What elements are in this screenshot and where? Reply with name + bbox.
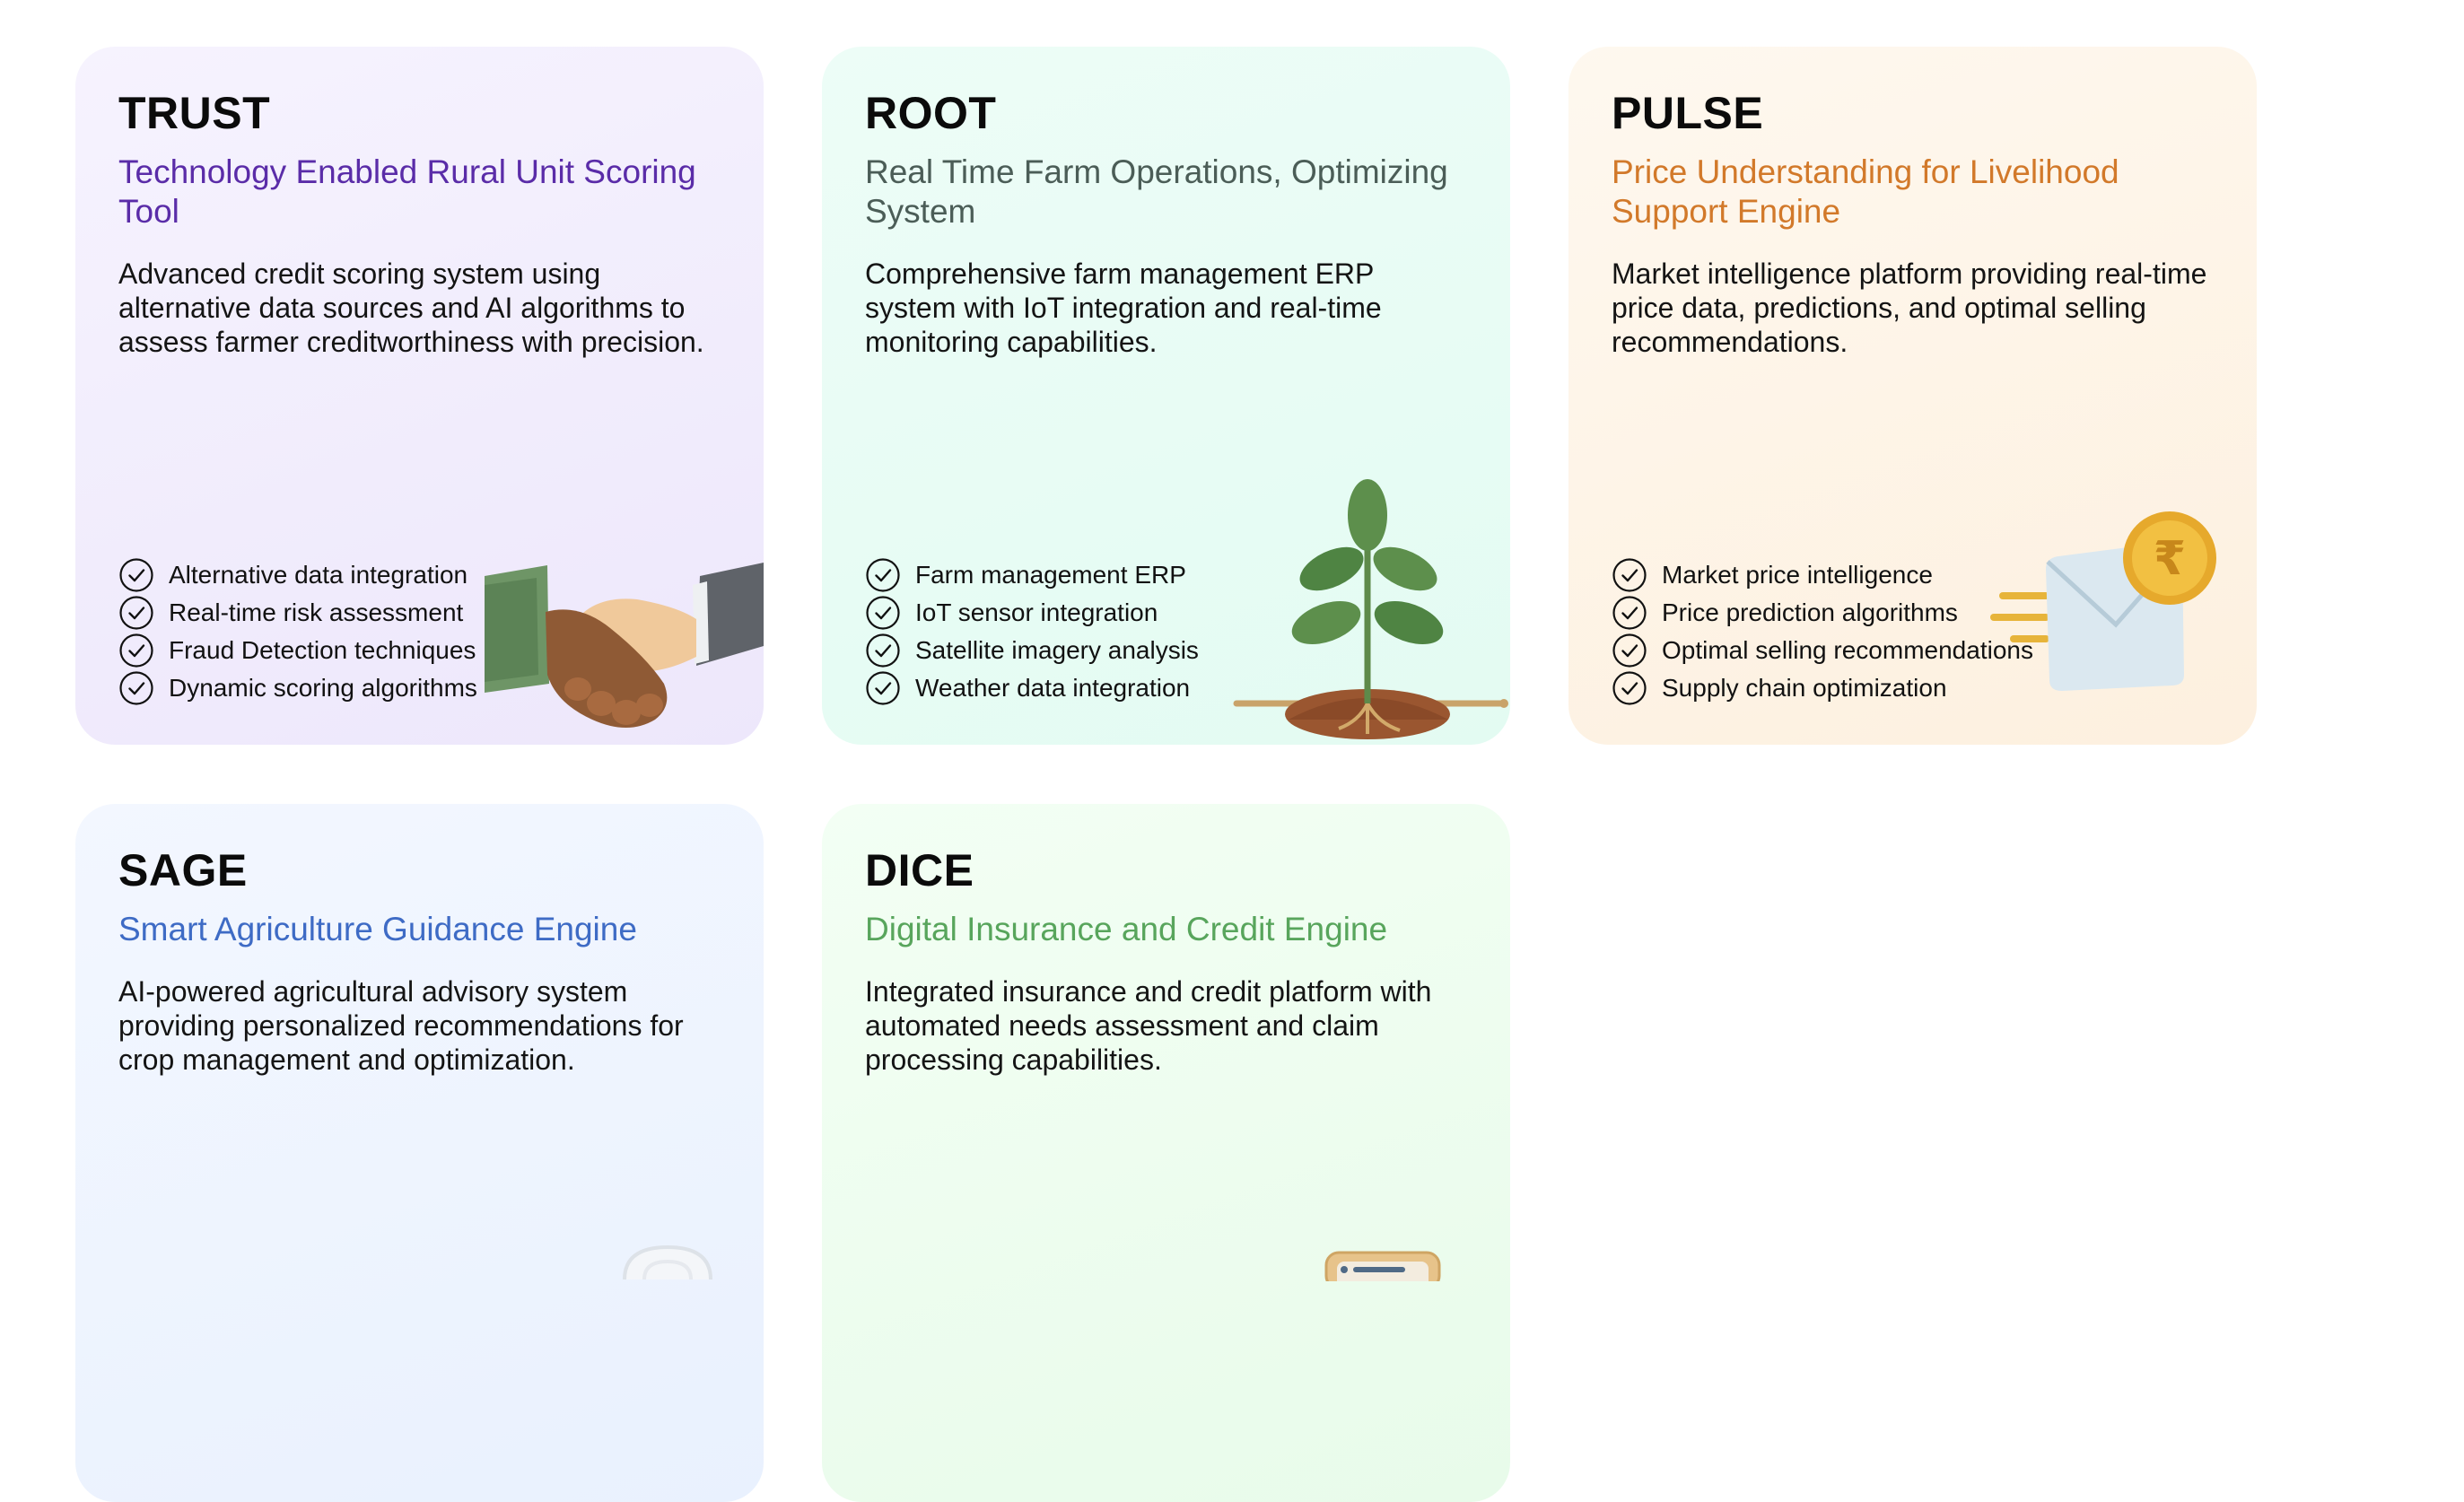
product-grid: TRUST Technology Enabled Rural Unit Scor… <box>75 47 2257 1502</box>
check-circle-icon <box>866 671 900 705</box>
card-subtitle: Technology Enabled Rural Unit Scoring To… <box>118 153 696 230</box>
card-subtitle: Real Time Farm Operations, Optimizing Sy… <box>865 153 1448 230</box>
feature-label: Satellite imagery analysis <box>915 636 1199 664</box>
card-sage[interactable]: SAGE Smart Agriculture Guidance Engine A… <box>75 804 764 1502</box>
feature-label: IoT sensor integration <box>915 598 1158 626</box>
check-circle-icon <box>866 558 900 592</box>
feature-item: Supply chain optimization <box>1612 669 2033 707</box>
feature-item: Weather data integration <box>865 669 1199 707</box>
check-circle-icon <box>1612 596 1647 630</box>
check-circle-icon <box>119 671 153 705</box>
check-circle-icon <box>119 558 153 592</box>
check-circle-icon <box>119 596 153 630</box>
sprout-icon <box>1233 479 1508 739</box>
check-circle-icon <box>1612 671 1647 705</box>
check-circle-icon <box>866 633 900 668</box>
feature-label: Price prediction algorithms <box>1662 598 1958 626</box>
feature-label: Farm management ERP <box>915 561 1186 589</box>
card-title: ROOT <box>865 88 997 138</box>
feature-item: Price prediction algorithms <box>1612 594 2033 632</box>
advisor-icon <box>623 1244 712 1279</box>
feature-label: Supply chain optimization <box>1662 674 1947 702</box>
card-subtitle: Digital Insurance and Credit Engine <box>865 911 1388 947</box>
feature-item: Fraud Detection techniques <box>118 632 477 669</box>
feature-item: Alternative data integration <box>118 556 477 594</box>
card-description: Comprehensive farm management ERP system… <box>865 258 1382 358</box>
card-dice[interactable]: DICE Digital Insurance and Credit Engine… <box>822 804 1510 1502</box>
feature-item: Satellite imagery analysis <box>865 632 1199 669</box>
feature-label: Fraud Detection techniques <box>169 636 476 664</box>
card-subtitle: Price Understanding for Livelihood Suppo… <box>1612 153 2119 230</box>
card-title: PULSE <box>1612 88 1764 138</box>
feature-item: Real-time risk assessment <box>118 594 477 632</box>
feature-label: Optimal selling recommendations <box>1662 636 2033 664</box>
card-title: DICE <box>865 845 974 895</box>
check-circle-icon <box>866 596 900 630</box>
feature-item: Optimal selling recommendations <box>1612 632 2033 669</box>
feature-label: Real-time risk assessment <box>169 598 464 626</box>
feature-list: Alternative data integration Real-time r… <box>118 556 477 707</box>
feature-item: IoT sensor integration <box>865 594 1199 632</box>
card-title: TRUST <box>118 88 271 138</box>
feature-label: Weather data integration <box>915 674 1191 702</box>
card-root[interactable]: ROOT Real Time Farm Operations, Optimizi… <box>822 47 1510 745</box>
card-title: SAGE <box>118 845 248 895</box>
card-description: Market intelligence platform providing r… <box>1612 258 2207 358</box>
feature-item: Market price intelligence <box>1612 556 2033 594</box>
card-trust[interactable]: TRUST Technology Enabled Rural Unit Scor… <box>75 47 764 745</box>
card-description: AI-powered agricultural advisory system … <box>118 975 684 1076</box>
feature-label: Market price intelligence <box>1662 561 1933 589</box>
document-icon <box>1324 1251 1441 1281</box>
card-description: Integrated insurance and credit platform… <box>865 975 1432 1076</box>
feature-item: Dynamic scoring algorithms <box>118 669 477 707</box>
check-circle-icon <box>1612 558 1647 592</box>
feature-list: Farm management ERP IoT sensor integrati… <box>865 556 1199 707</box>
card-description: Advanced credit scoring system using alt… <box>118 258 704 358</box>
svg-text:₹: ₹ <box>2154 532 2186 586</box>
card-subtitle: Smart Agriculture Guidance Engine <box>118 911 637 947</box>
feature-label: Alternative data integration <box>169 561 468 589</box>
check-circle-icon <box>1612 633 1647 668</box>
card-pulse[interactable]: PULSE Price Understanding for Livelihood… <box>1568 47 2257 745</box>
handshake-icon <box>485 563 764 728</box>
feature-list: Market price intelligence Price predicti… <box>1612 556 2033 707</box>
feature-label: Dynamic scoring algorithms <box>169 674 477 702</box>
check-circle-icon <box>119 633 153 668</box>
feature-item: Farm management ERP <box>865 556 1199 594</box>
